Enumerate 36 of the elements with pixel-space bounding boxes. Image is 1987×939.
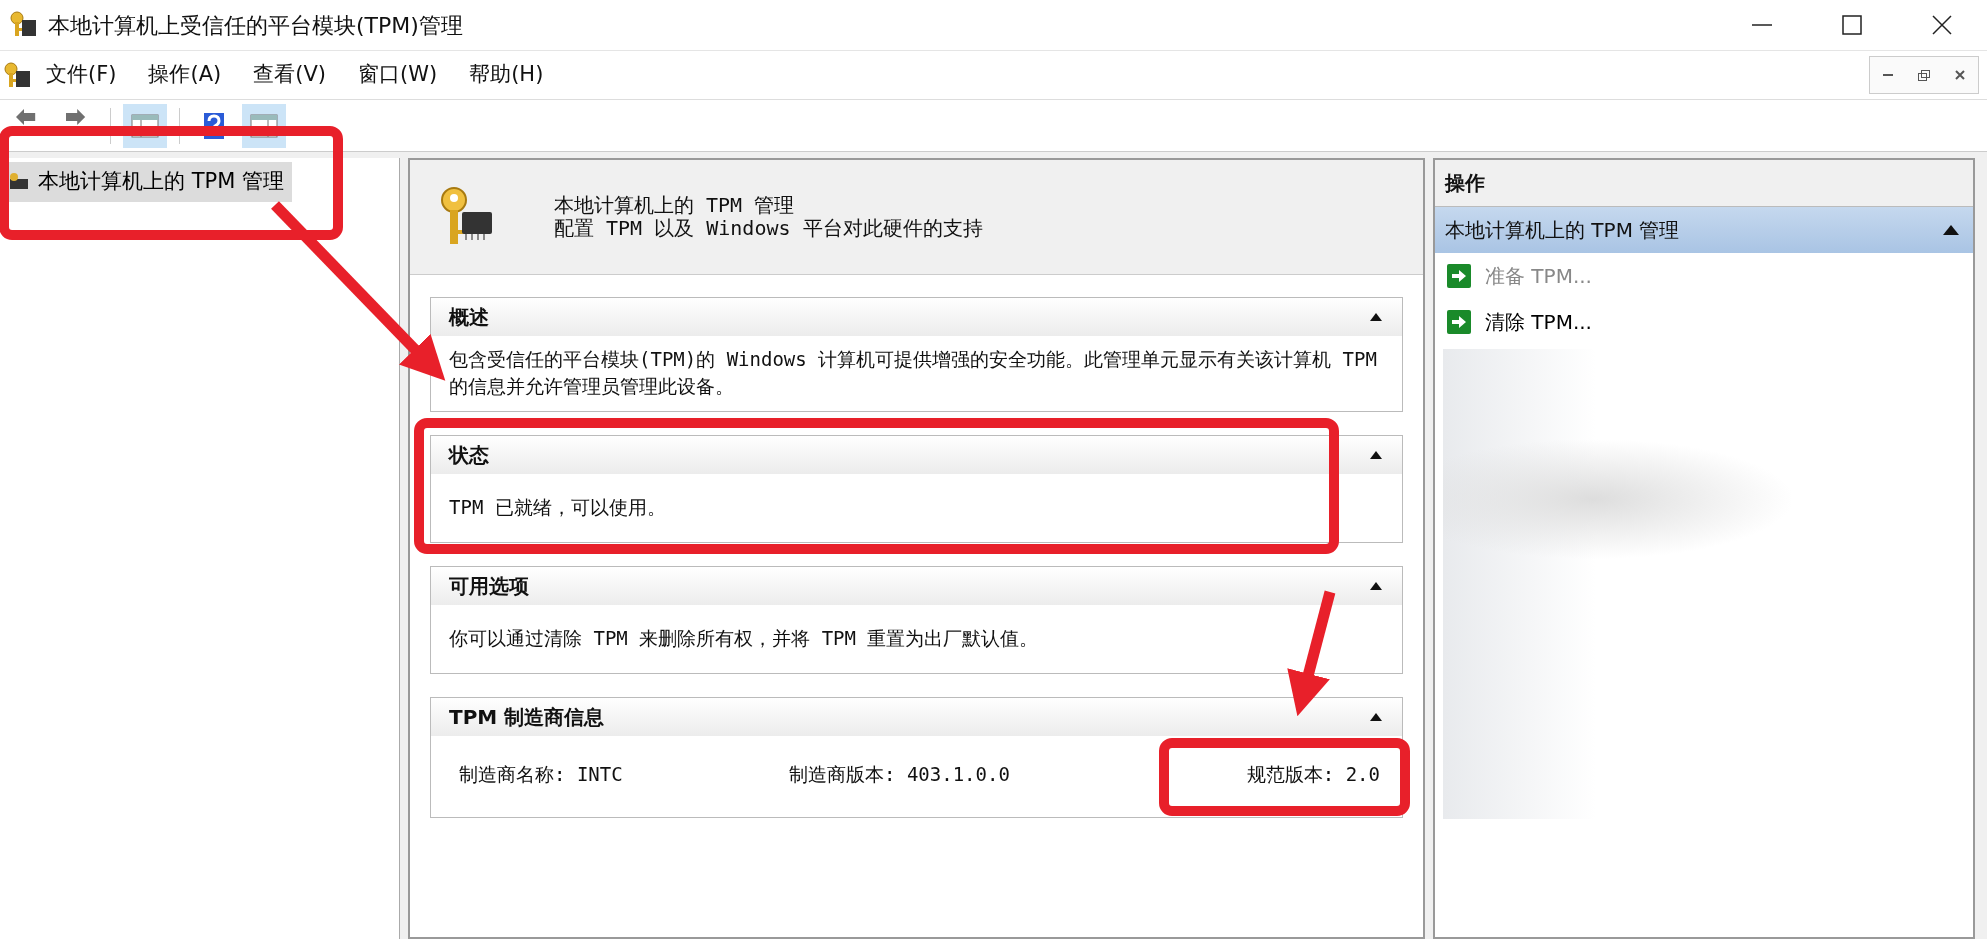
section-title: 状态 [449,442,489,470]
menu-item[interactable]: 文件(F) [30,55,133,95]
section-title: 概述 [449,304,489,331]
section-title: 可用选项 [449,573,529,601]
back-arrow-icon [16,108,36,125]
close-icon [1955,70,1965,80]
collapse-button[interactable] [1368,711,1384,724]
header-subtitle: 配置 TPM 以及 Windows 平台对此硬件的支持 [554,217,983,240]
close-button[interactable] [1942,57,1978,93]
action-item[interactable]: 清除 TPM... [1435,299,1973,345]
section-text: 你可以通过清除 TPM 来删除所有权，并将 TPM 重置为出厂默认值。 [449,625,1039,651]
minimize-icon [1883,74,1893,76]
menu-item[interactable]: 操作(A) [132,55,238,95]
actions-group-header[interactable]: 本地计算机上的 TPM 管理 [1435,207,1973,253]
window-title: 本地计算机上受信任的平台模块(TPM)管理 [48,11,463,40]
key-chip-icon [2,61,30,89]
menu-item[interactable]: 查看(V) [237,55,342,95]
section-text: 包含受信任的平台模块(TPM)的 Windows 计算机可提供增强的安全功能。此管理单元显示有关该计算机 TPM 的信息并允许管理员管理此设备。 [449,347,1378,399]
info-field: 制造商版本: 403.1.0.0 [789,760,1159,789]
menu-item[interactable]: 窗口(W) [342,55,454,95]
menu-item[interactable]: 帮助(H) [453,55,560,95]
info-field: 制造商名称: INTC [459,760,789,789]
header-title: 本地计算机上的 TPM 管理 [554,194,796,217]
section-text: TPM 已就绪，可以使用。 [449,494,666,520]
forward-arrow-icon [66,108,86,125]
collapse-button[interactable] [1368,311,1384,323]
collapse-button[interactable] [1368,580,1384,593]
restore-icon [1918,69,1930,81]
section-title: TPM 制造商信息 [449,704,605,732]
minimize-icon [1752,24,1772,26]
maximize-icon [1842,15,1862,35]
info-field: 规范版本: 2.0 [1246,760,1380,789]
collapse-button[interactable] [1368,449,1384,462]
collapse-icon [1943,225,1959,235]
actions-header: 操作 [1435,160,1973,207]
close-icon [1932,15,1952,35]
